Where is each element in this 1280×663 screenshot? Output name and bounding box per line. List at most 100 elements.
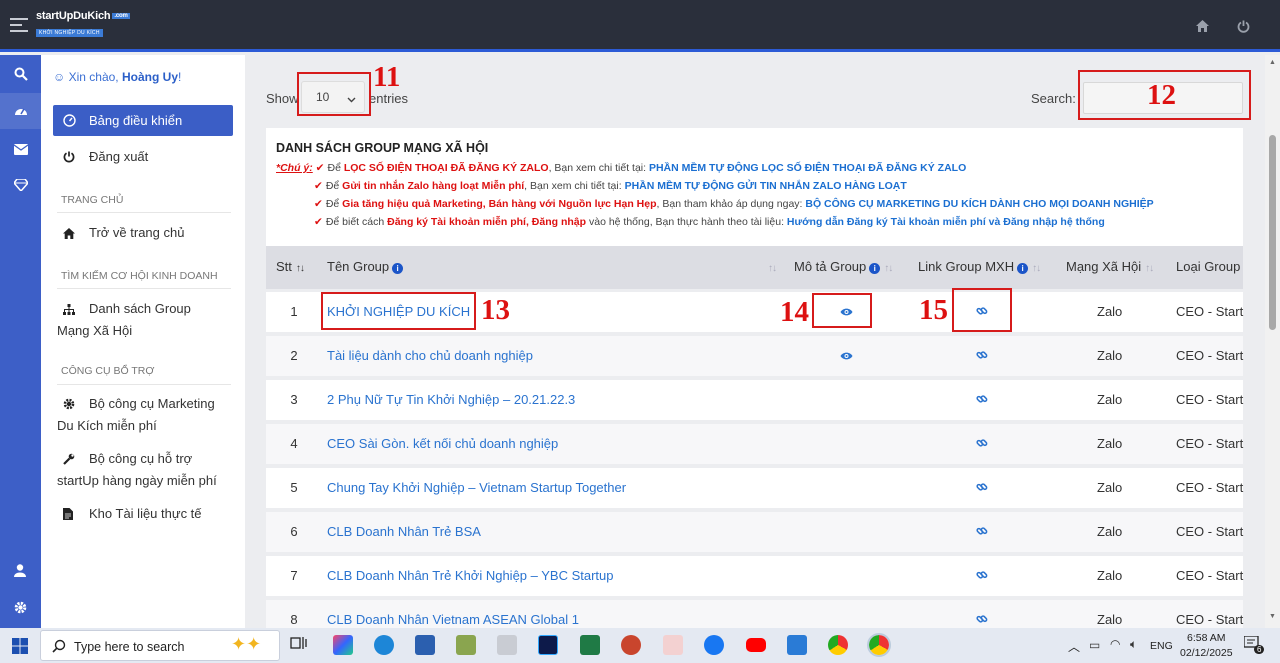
sidebar-item-group-list-line2[interactable]: Mạng Xã Hội [57,321,132,341]
pdf-icon[interactable] [663,635,683,655]
speaker-icon[interactable]: 🔈︎ [1130,637,1137,652]
col-link[interactable]: Link Group MXH i ↑↓ [918,259,1041,274]
check-icon: ✔ [314,180,323,192]
col-stt[interactable]: Stt ↑↓ [276,259,305,274]
group-name-link[interactable]: Tài liệu dành cho chủ doanh nghiệp [327,348,533,363]
col-name[interactable]: Tên Group i [327,259,404,274]
sidebar-item-logout[interactable]: Đăng xuất [63,147,148,169]
search-icon[interactable] [14,67,28,81]
wifi-icon[interactable]: ◠ [1110,637,1120,651]
windows-start-icon[interactable] [12,638,28,657]
col-type[interactable]: Loại Group [1176,259,1240,274]
mail-icon[interactable] [13,143,29,157]
vscode-icon[interactable] [787,635,807,655]
clock-time[interactable]: 6:58 AM [1187,632,1226,644]
link-register-guide[interactable]: Hướng dẫn Đăng ký Tài khoản miễn phí và … [787,216,1105,228]
annotation-12: 12 [1147,79,1176,111]
power-icon[interactable] [1237,20,1250,33]
gear-icon [63,396,77,416]
link-zalo-filter[interactable]: PHẦN MỀM TỰ ĐỘNG LỌC SỐ ĐIỆN THOẠI ĐÃ ĐĂ… [649,162,966,174]
paint-icon[interactable] [456,635,476,655]
user-icon[interactable] [14,564,28,578]
group-name-link[interactable]: CLB Doanh Nhân Vietnam ASEAN Global 1 [327,612,579,627]
sidebar-item-docs[interactable]: Kho Tài liệu thực tế [63,504,202,526]
facebook-icon[interactable] [704,635,724,655]
chevron-up-icon[interactable]: ︿ [1068,638,1080,655]
taskbar-search[interactable]: Type here to search ✦✦ [40,630,280,661]
link-icon[interactable] [976,569,988,584]
group-name-link[interactable]: CEO Sài Gòn. kết nối chủ doanh nghiệp [327,436,558,451]
col-network[interactable]: Mạng Xã Hội ↑↓ [1066,259,1154,274]
type-cell: CEO - Start [1176,392,1244,407]
youtube-icon[interactable] [746,638,766,652]
table-row: 8 CLB Doanh Nhân Vietnam ASEAN Global 1 Za… [266,600,1243,628]
link-icon[interactable] [976,525,988,540]
sort-icon[interactable]: ↑↓ [764,259,777,274]
info-icon: i [1017,263,1029,274]
task-view-icon[interactable] [290,635,310,655]
link-icon[interactable] [976,613,988,628]
menu-icon[interactable] [10,18,28,32]
dashboard-rail-item[interactable] [0,93,41,129]
copilot-icon[interactable] [333,635,353,655]
table-row: 5 Chung Tay Khởi Nghiệp – Vietnam Startup… [266,468,1243,508]
chrome-icon[interactable] [828,635,848,655]
chrome-active-icon[interactable] [867,633,891,657]
excel-icon[interactable] [580,635,600,655]
sparkle-icon: ✦✦ [231,634,262,654]
language-indicator[interactable]: ENG [1150,640,1173,652]
diamond-icon[interactable] [13,178,29,193]
photoshop-icon[interactable] [538,635,558,655]
link-icon[interactable] [976,437,988,452]
eye-icon[interactable] [840,349,853,364]
link-icon[interactable] [976,393,988,408]
group-name-link[interactable]: 2 Phụ Nữ Tự Tin Khởi Nghiệp – 20.21.22.3 [327,392,575,407]
link-icon[interactable] [976,481,988,496]
battery-icon[interactable]: ▭ [1089,638,1100,652]
group-name-link[interactable]: CLB Doanh Nhân Trẻ Khởi Nghiệp – YBC Sta… [327,568,614,583]
sidebar-item-group-list[interactable]: Danh sách Group [63,299,191,321]
annotation-13: 13 [481,294,510,326]
settings-icon[interactable] [14,601,28,615]
link-icon[interactable] [976,349,988,364]
sidebar-item-startup-tools-line2[interactable]: startUp hàng ngày miễn phí [57,471,217,491]
type-cell: CEO - Start [1176,480,1244,495]
row-stt: 6 [290,524,298,539]
row-stt: 4 [290,436,298,451]
annotation-11: 11 [373,61,401,93]
network-cell: Zalo [1097,304,1123,319]
network-cell: Zalo [1097,436,1123,451]
annotation-box-13 [321,292,476,330]
row-stt: 8 [290,612,298,627]
word-icon[interactable] [415,635,435,655]
col-desc[interactable]: Mô tả Group i ↑↓ [794,259,893,274]
check-icon: ✔ [315,162,325,174]
row-stt: 5 [290,480,298,495]
sidebar-item-marketing-tools[interactable]: Bộ công cụ Marketing [63,394,215,416]
sidebar-item-dashboard[interactable]: Bảng điều khiển [53,105,233,136]
smile-icon: ☺ [53,70,66,84]
link-zalo-mass-message[interactable]: PHẦN MỀM TỰ ĐỘNG GỬI TIN NHẮN ZALO HÀNG … [625,180,907,192]
group-name-link[interactable]: Chung Tay Khởi Nghiệp – Vietnam Startup … [327,480,626,495]
clock-date[interactable]: 02/12/2025 [1180,647,1233,659]
table-row: 2 Tài liệu dành cho chủ doanh nghiệp Zalo C… [266,336,1243,376]
sidebar: ☺ Xin chào, Hoàng Uy! Bảng điều khiển Đă… [41,55,245,628]
gauge-icon [63,114,76,130]
type-cell: CEO - Start [1176,304,1244,319]
edge-icon[interactable] [374,635,394,655]
notepad-icon[interactable] [497,635,517,655]
powerpoint-icon[interactable] [621,635,641,655]
link-marketing-toolkit[interactable]: BỘ CÔNG CỤ MARKETING DU KÍCH DÀNH CHO MỌ… [805,198,1153,210]
home-icon[interactable] [1196,20,1209,33]
sidebar-item-marketing-tools-line2[interactable]: Du Kích miễn phí [57,416,157,436]
group-name-link[interactable]: CLB Doanh Nhân Trẻ BSA [327,524,481,539]
type-cell: CEO - Start [1176,612,1244,627]
scrollbar[interactable]: ▲ ▼ [1265,55,1280,628]
network-cell: Zalo [1097,524,1123,539]
sidebar-item-startup-tools[interactable]: Bộ công cụ hỗ trợ [63,449,192,471]
scrollbar-thumb[interactable] [1269,135,1276,330]
sidebar-item-home[interactable]: Trở về trang chủ [63,223,184,245]
annotation-14: 14 [780,296,809,328]
site-logo[interactable]: startUpDuKich .com KHỞI NGHIỆP DU KÍCH [36,10,130,37]
home-icon [63,225,77,245]
